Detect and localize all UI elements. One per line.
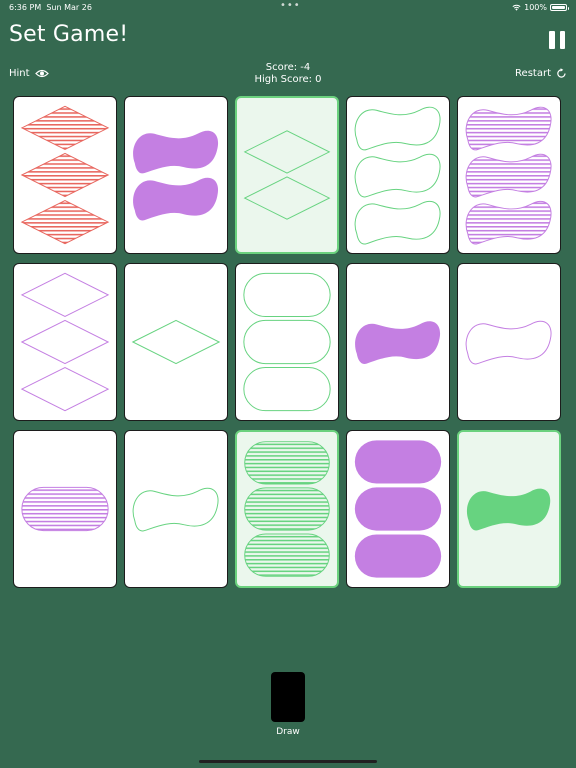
card-symbols <box>132 487 219 532</box>
oval-symbol <box>244 487 330 531</box>
pause-icon <box>549 31 555 49</box>
restart-icon <box>557 68 566 78</box>
battery-percent: 100% <box>524 3 547 12</box>
diamond-symbol <box>20 272 110 318</box>
card-3-purple-striped-squiggle[interactable] <box>457 96 561 254</box>
oval-symbol <box>243 319 331 365</box>
card-2-purple-solid-squiggle[interactable] <box>124 96 228 254</box>
oval-symbol <box>243 272 331 317</box>
oval-symbol <box>354 534 442 578</box>
home-indicator[interactable] <box>199 760 377 763</box>
draw-label: Draw <box>276 727 300 737</box>
high-score-label: High Score: 0 <box>254 74 322 85</box>
oval-symbol <box>354 487 442 531</box>
card-1-purple-outline-squiggle[interactable] <box>457 263 561 421</box>
squiggle-symbol <box>466 488 551 531</box>
card-1-purple-solid-squiggle[interactable] <box>346 263 450 421</box>
status-indicators: 100% <box>512 3 569 12</box>
squiggle-symbol <box>133 130 219 174</box>
oval-symbol <box>21 486 109 532</box>
card-2-green-outline-diamond[interactable] <box>235 96 339 254</box>
diamond-symbol <box>243 176 331 220</box>
card-symbols <box>131 319 221 365</box>
page-title: Set Game! <box>9 22 129 47</box>
card-symbols <box>466 488 551 531</box>
diamond-symbol <box>20 319 110 365</box>
card-1-green-outline-diamond[interactable] <box>124 263 228 421</box>
card-symbols <box>243 130 331 220</box>
multitasking-dots-icon[interactable]: ••• <box>280 0 301 11</box>
draw-deck[interactable] <box>271 672 305 722</box>
squiggle-symbol <box>354 200 441 245</box>
card-symbols <box>133 130 219 221</box>
oval-symbol <box>244 533 330 577</box>
squiggle-symbol <box>354 106 441 151</box>
card-symbols <box>355 321 441 364</box>
squiggle-symbol <box>133 177 219 221</box>
score-display: Score: -4 High Score: 0 <box>0 62 576 86</box>
card-1-purple-striped-oval[interactable] <box>13 430 117 588</box>
card-symbols <box>244 441 330 577</box>
score-label: Score: -4 <box>265 62 311 73</box>
pause-button[interactable] <box>549 31 565 49</box>
card-symbols <box>20 105 110 245</box>
squiggle-symbol <box>465 320 552 365</box>
wifi-icon <box>512 4 521 11</box>
card-symbols <box>354 440 442 578</box>
card-symbols <box>465 106 552 245</box>
squiggle-symbol <box>355 321 441 364</box>
restart-button[interactable]: Restart <box>515 68 567 79</box>
card-3-purple-solid-oval[interactable] <box>346 430 450 588</box>
diamond-symbol <box>20 199 110 245</box>
card-symbols <box>243 272 331 412</box>
diamond-symbol <box>131 319 221 365</box>
diamond-symbol <box>243 130 331 174</box>
card-3-purple-outline-diamond[interactable] <box>13 263 117 421</box>
card-symbols <box>465 320 552 365</box>
status-bar: 6:36 PM Sun Mar 26 ••• 100% <box>0 0 576 14</box>
card-3-green-striped-oval[interactable] <box>235 430 339 588</box>
diamond-symbol <box>20 366 110 412</box>
battery-icon <box>550 4 569 11</box>
card-3-green-outline-squiggle[interactable] <box>346 96 450 254</box>
diamond-symbol <box>20 152 110 198</box>
oval-symbol <box>354 440 442 484</box>
card-1-green-outline-squiggle[interactable] <box>124 430 228 588</box>
restart-label: Restart <box>515 68 551 79</box>
squiggle-symbol <box>132 487 219 532</box>
card-symbols <box>20 272 110 412</box>
squiggle-symbol <box>465 200 552 245</box>
squiggle-symbol <box>354 153 441 198</box>
squiggle-symbol <box>465 153 552 198</box>
oval-symbol <box>243 367 331 412</box>
status-time: 6:36 PM Sun Mar 26 <box>9 3 92 12</box>
card-3-red-striped-diamond[interactable] <box>13 96 117 254</box>
card-symbols <box>354 106 441 245</box>
card-1-green-solid-squiggle[interactable] <box>457 430 561 588</box>
card-3-green-outline-oval[interactable] <box>235 263 339 421</box>
card-symbols <box>21 486 109 532</box>
oval-symbol <box>244 441 330 485</box>
diamond-symbol <box>20 105 110 151</box>
squiggle-symbol <box>465 106 552 151</box>
